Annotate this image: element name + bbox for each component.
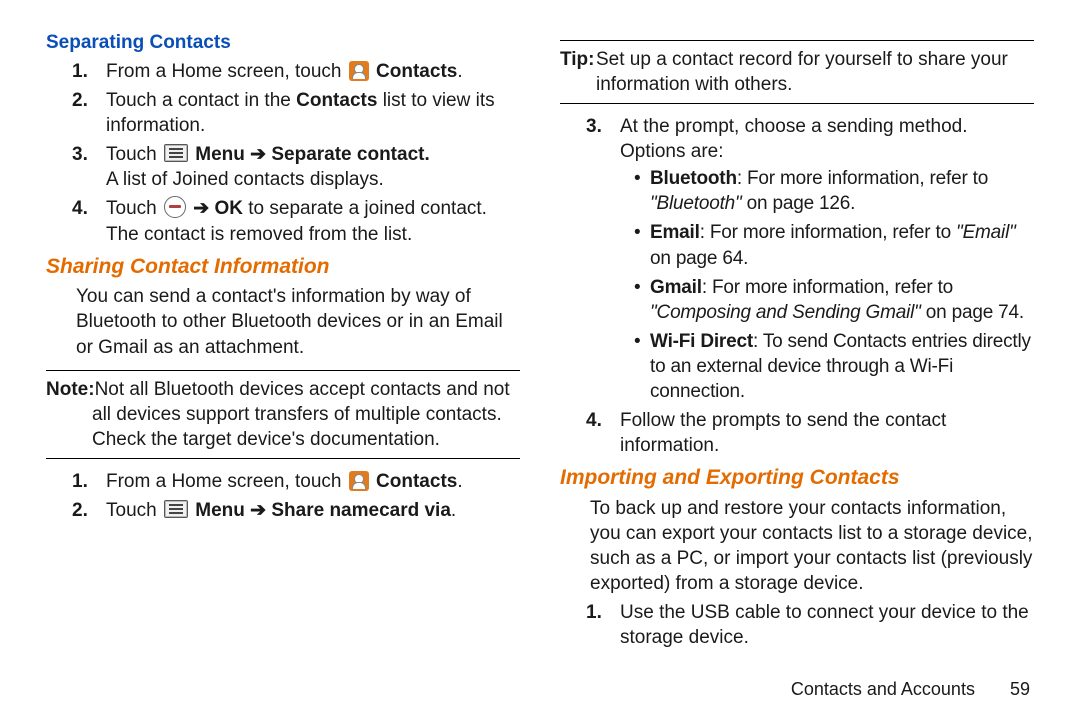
left-column: Separating Contacts From a Home screen, … bbox=[46, 30, 520, 670]
sharing-steps-cont: At the prompt, choose a sending method. … bbox=[560, 114, 1034, 458]
note-body: Not all Bluetooth devices accept contact… bbox=[46, 377, 520, 452]
contacts-icon bbox=[349, 471, 369, 491]
tip-label: Tip: bbox=[560, 47, 594, 72]
separating-steps: From a Home screen, touch Contacts. Touc… bbox=[46, 59, 520, 247]
arrow-icon: ➔ bbox=[250, 144, 266, 165]
share-step-2: Touch Menu ➔ Share namecard via. bbox=[106, 498, 520, 523]
sep-step-2: Touch a contact in the Contacts list to … bbox=[106, 88, 520, 138]
heading-sharing-contact-info: Sharing Contact Information bbox=[46, 253, 520, 281]
send-options: Bluetooth: For more information, refer t… bbox=[620, 166, 1034, 404]
import-intro: To back up and restore your contacts inf… bbox=[560, 496, 1034, 596]
arrow-icon: ➔ bbox=[193, 198, 209, 219]
contacts-icon bbox=[349, 61, 369, 81]
import-steps: Use the USB cable to connect your device… bbox=[560, 600, 1034, 650]
sep-step-3: Touch Menu ➔ Separate contact. A list of… bbox=[106, 142, 520, 192]
page-footer: Contacts and Accounts 59 bbox=[791, 678, 1030, 702]
sep-step-4: Touch ➔ OK to separate a joined contact.… bbox=[106, 196, 520, 246]
page-number: 59 bbox=[1010, 679, 1030, 699]
menu-icon bbox=[164, 500, 188, 518]
sharing-steps: From a Home screen, touch Contacts. Touc… bbox=[46, 469, 520, 523]
contacts-label: Contacts bbox=[376, 61, 457, 82]
option-email: Email: For more information, refer to "E… bbox=[650, 220, 1034, 270]
contacts-label: Contacts bbox=[376, 471, 457, 492]
note-block: Note: Not all Bluetooth devices accept c… bbox=[46, 370, 520, 459]
page-body: Separating Contacts From a Home screen, … bbox=[0, 0, 1080, 670]
share-step-3: At the prompt, choose a sending method. … bbox=[620, 114, 1034, 404]
arrow-icon: ➔ bbox=[250, 500, 266, 521]
heading-import-export: Importing and Exporting Contacts bbox=[560, 464, 1034, 492]
option-bluetooth: Bluetooth: For more information, refer t… bbox=[650, 166, 1034, 216]
share-step-1: From a Home screen, touch Contacts. bbox=[106, 469, 520, 494]
tip-body: Set up a contact record for yourself to … bbox=[560, 47, 1034, 97]
import-step-1: Use the USB cable to connect your device… bbox=[620, 600, 1034, 650]
footer-section: Contacts and Accounts bbox=[791, 679, 975, 699]
menu-icon bbox=[164, 144, 188, 162]
sep-step-1: From a Home screen, touch Contacts. bbox=[106, 59, 520, 84]
heading-separating-contacts: Separating Contacts bbox=[46, 30, 520, 55]
sharing-intro: You can send a contact's information by … bbox=[46, 284, 520, 359]
option-gmail: Gmail: For more information, refer to "C… bbox=[650, 275, 1034, 325]
tip-block: Tip: Set up a contact record for yoursel… bbox=[560, 40, 1034, 104]
remove-icon bbox=[164, 196, 186, 218]
right-column: Tip: Set up a contact record for yoursel… bbox=[560, 30, 1034, 670]
note-label: Note: bbox=[46, 377, 95, 402]
option-wifi-direct: Wi-Fi Direct: To send Contacts entries d… bbox=[650, 329, 1034, 404]
share-step-4: Follow the prompts to send the contact i… bbox=[620, 408, 1034, 458]
